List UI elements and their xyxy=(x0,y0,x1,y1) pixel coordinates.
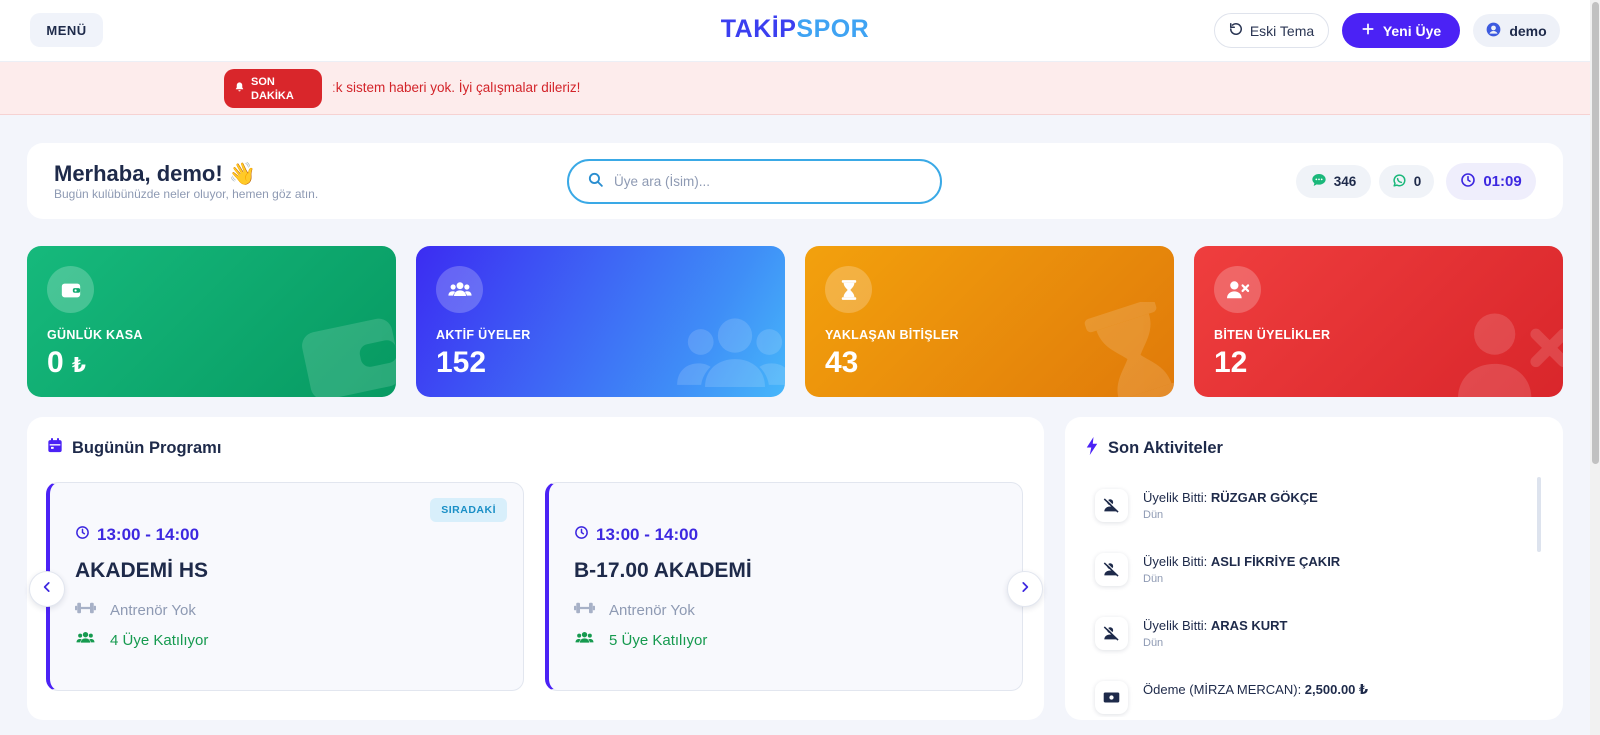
new-member-button[interactable]: Yeni Üye xyxy=(1342,13,1460,48)
carousel-next-button[interactable] xyxy=(1007,571,1043,607)
bolt-icon xyxy=(1085,437,1099,460)
money-icon xyxy=(1095,681,1128,714)
activity-text: Üyelik Bitti: RÜZGAR GÖKÇE xyxy=(1143,490,1318,505)
dumbbell-icon xyxy=(75,601,96,619)
welcome-card: Merhaba, demo! 👋 Bugün kulübünüzde neler… xyxy=(27,143,1563,219)
stat-card-upcoming-expirations[interactable]: YAKLAŞAN BİTİŞLER 43 xyxy=(805,246,1174,397)
stat-value: 152 xyxy=(436,346,487,379)
hourglass-icon xyxy=(825,266,872,313)
sms-count-chip[interactable]: 346 xyxy=(1296,165,1371,198)
user-circle-icon xyxy=(1486,22,1501,40)
chevron-left-icon xyxy=(40,580,54,599)
activity-time: Dün xyxy=(1143,637,1164,649)
clock-icon xyxy=(1460,172,1476,192)
session-card[interactable]: SIRADAKİ 13:00 - 14:00 AKADEMİ HS Antren… xyxy=(46,482,524,691)
whatsapp-count: 0 xyxy=(1413,174,1422,189)
user-slash-icon xyxy=(1095,553,1128,586)
recent-activity-panel: Son Aktiviteler Üyelik Bitti: RÜZGAR GÖK… xyxy=(1065,417,1563,720)
clock-time: 01:09 xyxy=(1483,173,1522,190)
stat-label: YAKLAŞAN BİTİŞLER xyxy=(825,328,959,342)
stat-card-daily-cash[interactable]: GÜNLÜK KASA 0 ₺ xyxy=(27,246,396,397)
stat-value: 12 xyxy=(1214,346,1248,379)
activity-time: Dün xyxy=(1143,509,1164,521)
next-session-badge: SIRADAKİ xyxy=(430,498,507,522)
program-title: Bugünün Programı xyxy=(47,437,221,459)
welcome-subtitle: Bugün kulübünüzde neler oluyor, hemen gö… xyxy=(54,187,319,201)
session-coach: Antrenör Yok xyxy=(574,601,695,619)
old-theme-label: Eski Tema xyxy=(1249,22,1315,39)
activity-scrollbar[interactable] xyxy=(1537,477,1541,552)
users-icon xyxy=(574,630,595,650)
whatsapp-count-chip[interactable]: 0 xyxy=(1379,165,1434,198)
stat-value: 0 ₺ xyxy=(47,346,86,379)
list-item[interactable]: Ödeme (MİRZA MERCAN): 2,500.00 ₺ xyxy=(1085,669,1535,717)
undo-icon xyxy=(1229,22,1243,39)
activity-title: Son Aktiviteler xyxy=(1085,437,1223,460)
chat-icon xyxy=(1311,172,1327,191)
session-name: B-17.00 AKADEMİ xyxy=(574,559,752,582)
activity-time: Dün xyxy=(1143,573,1164,585)
ticker-message: ːk sistem haberi yok. İyi çalışmalar dil… xyxy=(332,80,581,95)
logo-part-takip: TAKİP xyxy=(720,15,797,43)
activity-text: Ödeme (MİRZA MERCAN): 2,500.00 ₺ xyxy=(1143,682,1369,697)
news-ticker: SON DAKİKA ːk sistem haberi yok. İyi çalı… xyxy=(0,62,1600,115)
users-icon xyxy=(75,630,96,650)
page-scrollbar-thumb[interactable] xyxy=(1592,2,1599,464)
stat-label: AKTİF ÜYELER xyxy=(436,328,531,342)
program-title-text: Bugünün Programı xyxy=(72,438,222,457)
plus-icon xyxy=(1361,22,1375,39)
users-icon xyxy=(436,266,483,313)
session-time: 13:00 - 14:00 xyxy=(574,525,698,545)
stat-card-expired-memberships[interactable]: BİTEN ÜYELİKLER 12 xyxy=(1194,246,1563,397)
welcome-title: Merhaba, demo! 👋 xyxy=(54,161,257,186)
list-item[interactable]: Üyelik Bitti: ARAS KURT Dün xyxy=(1085,605,1535,669)
activity-title-text: Son Aktiviteler xyxy=(1108,439,1223,457)
user-x-icon xyxy=(1214,266,1261,313)
logo-part-spor: SPOR xyxy=(796,15,870,43)
top-header: MENÜ TAKİPSPOR Eski Tema Yeni Üye demo xyxy=(0,0,1600,62)
activity-text: Üyelik Bitti: ARAS KURT xyxy=(1143,618,1288,633)
wallet-icon xyxy=(47,266,94,313)
new-member-label: Yeni Üye xyxy=(1382,22,1442,39)
activity-list[interactable]: Üyelik Bitti: RÜZGAR GÖKÇE Dün Üyelik Bi… xyxy=(1085,477,1535,717)
user-menu-button[interactable]: demo xyxy=(1473,14,1560,47)
breaking-news-badge: SON DAKİKA xyxy=(224,69,322,108)
user-x-icon xyxy=(1453,302,1563,397)
breaking-news-label: SON DAKİKA xyxy=(251,75,294,102)
session-members: 5 Üye Katılıyor xyxy=(574,630,707,650)
search-input[interactable] xyxy=(614,174,914,189)
calendar-icon xyxy=(47,437,63,459)
stat-value: 43 xyxy=(825,346,859,379)
clock-icon xyxy=(75,525,90,545)
user-slash-icon xyxy=(1095,489,1128,522)
dumbbell-icon xyxy=(574,601,595,619)
session-coach: Antrenör Yok xyxy=(75,601,196,619)
session-name: AKADEMİ HS xyxy=(75,559,209,582)
stat-label: BİTEN ÜYELİKLER xyxy=(1214,328,1331,342)
stat-card-active-members[interactable]: AKTİF ÜYELER 152 xyxy=(416,246,785,397)
user-slash-icon xyxy=(1095,617,1128,650)
clock-chip: 01:09 xyxy=(1446,163,1536,200)
bell-icon xyxy=(234,81,245,97)
session-members: 4 Üye Katılıyor xyxy=(75,630,208,650)
list-item[interactable]: Üyelik Bitti: RÜZGAR GÖKÇE Dün xyxy=(1085,477,1535,541)
user-name: demo xyxy=(1509,22,1547,39)
chevron-right-icon xyxy=(1018,580,1032,599)
sms-count: 346 xyxy=(1333,174,1357,189)
search-icon xyxy=(587,171,604,193)
session-card[interactable]: 13:00 - 14:00 B-17.00 AKADEMİ Antrenör Y… xyxy=(545,482,1023,691)
hourglass-icon xyxy=(1084,298,1174,397)
clock-icon xyxy=(574,525,589,545)
activity-text: Üyelik Bitti: ASLI FİKRİYE ÇAKIR xyxy=(1143,554,1341,569)
stat-label: GÜNLÜK KASA xyxy=(47,328,143,342)
old-theme-button[interactable]: Eski Tema xyxy=(1214,13,1329,48)
carousel-prev-button[interactable] xyxy=(29,571,65,607)
member-search[interactable] xyxy=(567,159,942,204)
session-time: 13:00 - 14:00 xyxy=(75,525,199,545)
todays-program-panel: Bugünün Programı SIRADAKİ 13:00 - 14:00 … xyxy=(27,417,1044,720)
whatsapp-icon xyxy=(1392,173,1407,191)
wallet-icon xyxy=(296,302,396,397)
users-icon xyxy=(675,302,785,397)
list-item[interactable]: Üyelik Bitti: ASLI FİKRİYE ÇAKIR Dün xyxy=(1085,541,1535,605)
